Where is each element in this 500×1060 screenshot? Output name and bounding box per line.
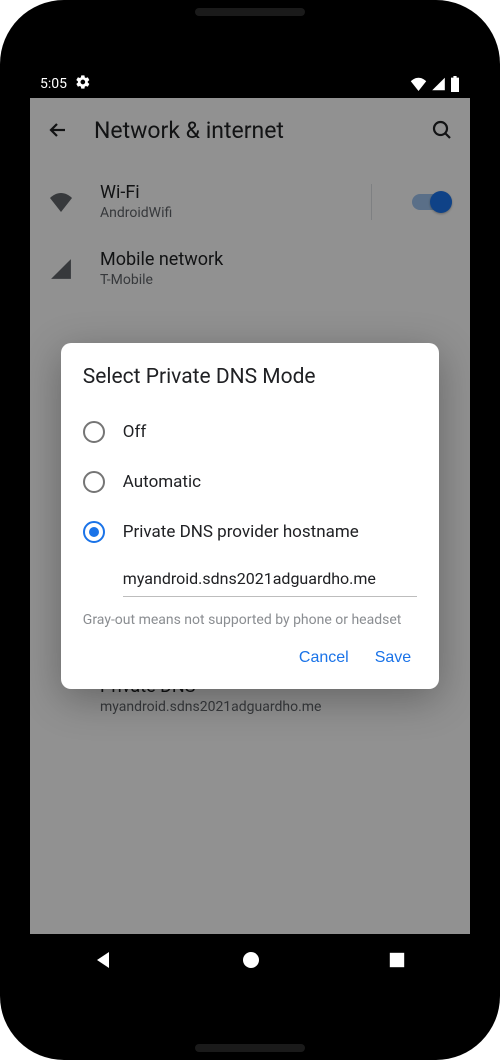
radio-icon bbox=[83, 421, 105, 443]
status-bar: 5:05 bbox=[30, 70, 470, 98]
radio-label-off: Off bbox=[123, 422, 147, 442]
speaker-bottom bbox=[195, 1044, 305, 1052]
hostname-input[interactable] bbox=[123, 563, 417, 597]
radio-label-hostname: Private DNS provider hostname bbox=[123, 522, 359, 542]
radio-icon bbox=[83, 471, 105, 493]
radio-option-automatic[interactable]: Automatic bbox=[83, 457, 417, 507]
nav-home-icon[interactable] bbox=[241, 950, 261, 974]
status-clock: 5:05 bbox=[40, 76, 67, 92]
dialog-helper-text: Gray-out means not supported by phone or… bbox=[83, 611, 417, 631]
radio-option-hostname[interactable]: Private DNS provider hostname bbox=[83, 507, 417, 557]
cell-signal-icon bbox=[431, 77, 446, 91]
nav-recent-icon[interactable] bbox=[388, 951, 406, 973]
speaker-top bbox=[195, 8, 305, 16]
dialog-scrim: Select Private DNS Mode Off Automatic Pr… bbox=[30, 98, 470, 934]
save-button[interactable]: Save bbox=[375, 649, 411, 667]
radio-option-off[interactable]: Off bbox=[83, 407, 417, 457]
radio-label-automatic: Automatic bbox=[123, 472, 201, 492]
nav-bar bbox=[30, 934, 470, 990]
private-dns-dialog: Select Private DNS Mode Off Automatic Pr… bbox=[61, 343, 439, 689]
screen: 5:05 bbox=[30, 70, 470, 990]
dialog-title: Select Private DNS Mode bbox=[83, 365, 417, 389]
wifi-status-icon bbox=[410, 77, 427, 91]
cancel-button[interactable]: Cancel bbox=[299, 649, 349, 667]
gear-icon bbox=[75, 74, 91, 94]
battery-icon bbox=[450, 76, 460, 92]
nav-back-icon[interactable] bbox=[94, 950, 114, 974]
phone-frame: 5:05 bbox=[0, 0, 500, 1060]
radio-icon bbox=[83, 521, 105, 543]
